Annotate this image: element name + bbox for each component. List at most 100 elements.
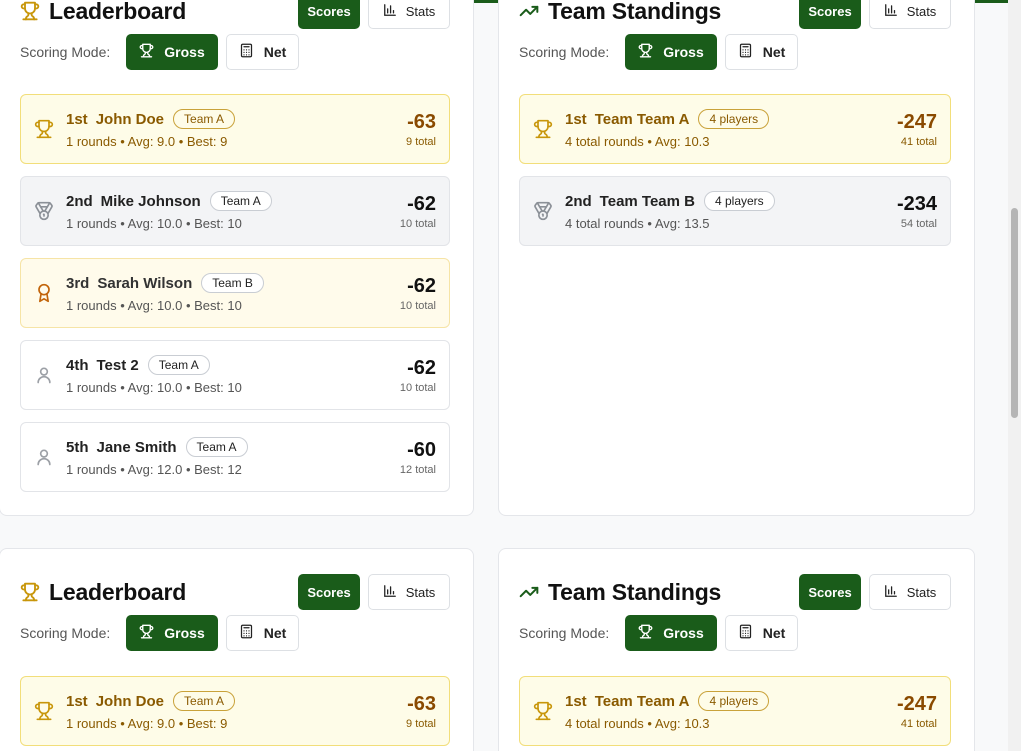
net-mode-button[interactable]: Net [724, 34, 799, 70]
team-standings-card: Team Standings Scores Stats Scoring Mode… [498, 0, 975, 516]
ranking-row[interactable]: 1st Team Team A 4 players 4 total rounds • … [519, 676, 951, 746]
rank-label: 1st [66, 692, 88, 710]
stats-tab-label: Stats [405, 584, 436, 600]
scoring-mode-row: Scoring Mode: Gross Net [20, 615, 307, 651]
score-total: 41 total [900, 136, 937, 148]
team-standings-header: Team Standings Scores Stats [519, 0, 951, 31]
net-mode-button[interactable]: Net [225, 615, 300, 651]
team-standings-title: Team Standings [548, 0, 722, 24]
trending-up-icon [519, 0, 541, 22]
stats-tab[interactable]: Stats [869, 0, 951, 29]
trophy-icon [139, 43, 154, 61]
scoring-mode-label: Scoring Mode: [20, 625, 111, 641]
net-label: Net [263, 44, 287, 60]
row-stats: 4 total rounds • Avg: 10.3 [565, 134, 710, 149]
score-total: 9 total [406, 136, 436, 148]
gross-mode-button[interactable]: Gross [126, 34, 218, 70]
gross-mode-button[interactable]: Gross [625, 615, 717, 651]
ranking-row[interactable]: 4th Test 2 Team A 1 rounds • Avg: 10.0 • Be… [20, 340, 450, 410]
medal-icon [34, 201, 54, 221]
stats-tab-label: Stats [906, 584, 937, 600]
ranking-row[interactable]: 1st John Doe Team A 1 rounds • Avg: 9.0 • B… [20, 94, 450, 164]
team-standings-header: Team Standings Scores Stats [519, 572, 951, 612]
ranking-row[interactable]: 2nd Mike Johnson Team A 1 rounds • Avg: 10.… [20, 176, 450, 246]
net-mode-button[interactable]: Net [225, 34, 300, 70]
trophy-icon [20, 581, 42, 603]
trophy-icon [638, 43, 653, 61]
team-badge: 4 players [698, 109, 770, 129]
scores-tab[interactable]: Scores [298, 0, 360, 29]
stats-tab-label: Stats [405, 3, 436, 19]
scores-tab[interactable]: Scores [298, 574, 360, 610]
stats-tab[interactable]: Stats [869, 574, 951, 610]
row-stats: 4 total rounds • Avg: 10.3 [565, 716, 710, 731]
calculator-icon [239, 624, 254, 642]
row-score-block: -63 9 total [406, 693, 436, 730]
ranking-row[interactable]: 5th Jane Smith Team A 1 rounds • Avg: 12.0 … [20, 422, 450, 492]
stats-tab[interactable]: Stats [368, 0, 450, 29]
trophy-icon [34, 701, 54, 721]
score-value: -63 [407, 693, 436, 715]
score-value: -62 [407, 193, 436, 215]
row-name: Team Team B [599, 192, 695, 210]
row-stats: 1 rounds • Avg: 10.0 • Best: 10 [66, 380, 242, 395]
gross-mode-button[interactable]: Gross [625, 34, 717, 70]
row-score-block: -247 41 total [897, 111, 937, 148]
row-name: Mike Johnson [100, 192, 201, 210]
leaderboard-header: Leaderboard Scores Stats [20, 0, 450, 31]
scoring-mode-label: Scoring Mode: [519, 44, 610, 60]
row-score-block: -63 9 total [406, 111, 436, 148]
scores-tab[interactable]: Scores [799, 0, 861, 29]
row-name: Team Team A [594, 110, 690, 128]
row-details: 1st Team Team A 4 players 4 total rounds • … [565, 109, 770, 149]
view-tabs: Scores Stats [298, 0, 450, 29]
ranking-row[interactable]: 1st John Doe Team A 1 rounds • Avg: 9.0 • B… [20, 676, 450, 746]
row-stats: 4 total rounds • Avg: 13.5 [565, 216, 710, 231]
scoring-mode-label: Scoring Mode: [519, 625, 610, 641]
leaderboard-title: Leaderboard [49, 0, 187, 24]
row-name: Sarah Wilson [97, 274, 193, 292]
scoring-mode-row: Scoring Mode: Gross Net [519, 615, 806, 651]
score-total: 12 total [399, 464, 436, 476]
net-mode-button[interactable]: Net [724, 615, 799, 651]
row-details: 5th Jane Smith Team A 1 rounds • Avg: 12.0 … [66, 437, 248, 477]
award-icon [34, 283, 54, 303]
row-details: 1st John Doe Team A 1 rounds • Avg: 9.0 • B… [66, 691, 236, 731]
bar-chart-icon [383, 3, 397, 20]
trophy-icon [139, 624, 154, 642]
scoring-mode-row: Scoring Mode: Gross Net [20, 34, 307, 70]
row-score-block: -62 10 total [400, 275, 436, 312]
ranking-row[interactable]: 3rd Sarah Wilson Team B 1 rounds • Avg: 10.… [20, 258, 450, 328]
page-scrollbar[interactable] [1008, 0, 1021, 751]
row-details: 4th Test 2 Team A 1 rounds • Avg: 10.0 • Be… [66, 355, 242, 395]
row-details: 1st Team Team A 4 players 4 total rounds • … [565, 691, 770, 731]
gross-mode-button[interactable]: Gross [126, 615, 218, 651]
row-details: 2nd Team Team B 4 players 4 total rounds • … [565, 191, 775, 231]
trophy-icon [533, 119, 553, 139]
trophy-icon [638, 624, 653, 642]
rank-label: 1st [565, 692, 587, 710]
row-score-block: -62 10 total [400, 357, 436, 394]
row-stats: 1 rounds • Avg: 10.0 • Best: 10 [66, 216, 242, 231]
rank-label: 1st [565, 110, 587, 128]
row-name: John Doe [95, 110, 165, 128]
score-total: 10 total [399, 300, 436, 312]
ranking-row[interactable]: 2nd Team Team B 4 players 4 total rounds • … [519, 176, 951, 246]
row-stats: 1 rounds • Avg: 12.0 • Best: 12 [66, 462, 242, 477]
row-name: Test 2 [96, 356, 139, 374]
score-value: -60 [407, 439, 436, 461]
score-value: -247 [896, 111, 937, 133]
scrollbar-thumb[interactable] [1011, 208, 1018, 418]
row-name: John Doe [95, 692, 165, 710]
scores-tab[interactable]: Scores [799, 574, 861, 610]
score-value: -234 [896, 193, 937, 215]
bar-chart-icon [884, 3, 898, 20]
ranking-row[interactable]: 1st Team Team A 4 players 4 total rounds • … [519, 94, 951, 164]
net-label: Net [762, 44, 786, 60]
score-total: 10 total [399, 382, 436, 394]
team-standings-title: Team Standings [548, 578, 722, 605]
stats-tab[interactable]: Stats [368, 574, 450, 610]
gross-label: Gross [663, 625, 704, 641]
rank-label: 4th [66, 356, 89, 374]
net-label: Net [263, 625, 287, 641]
